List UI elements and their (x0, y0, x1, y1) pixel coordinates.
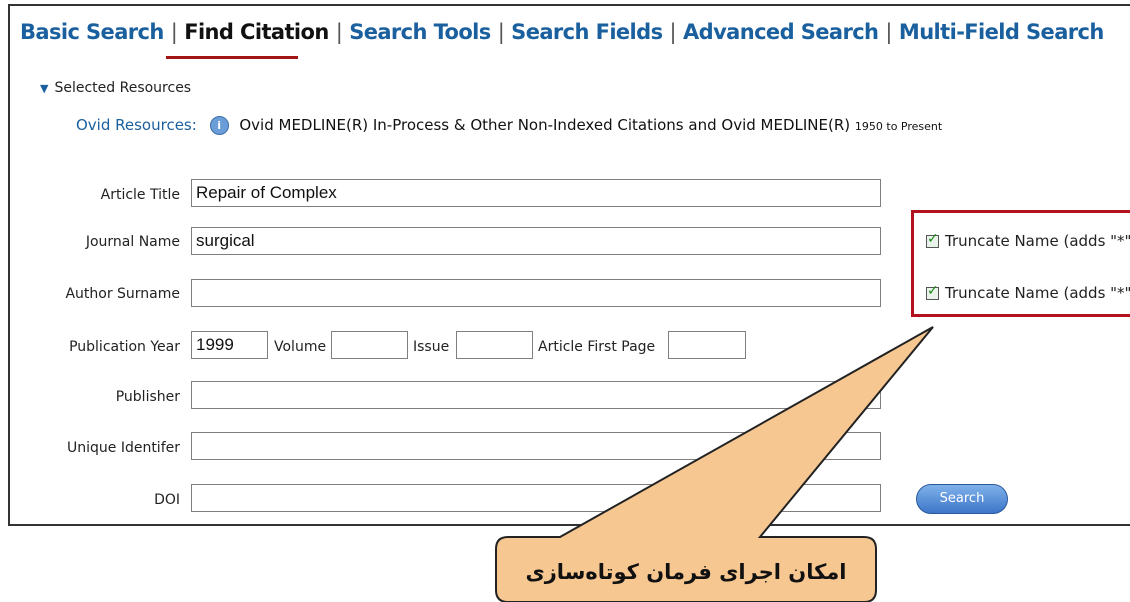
callout-text: امکان اجرای فرمان کوتاه‌سازی (525, 560, 847, 584)
callout-bubble (495, 326, 934, 602)
